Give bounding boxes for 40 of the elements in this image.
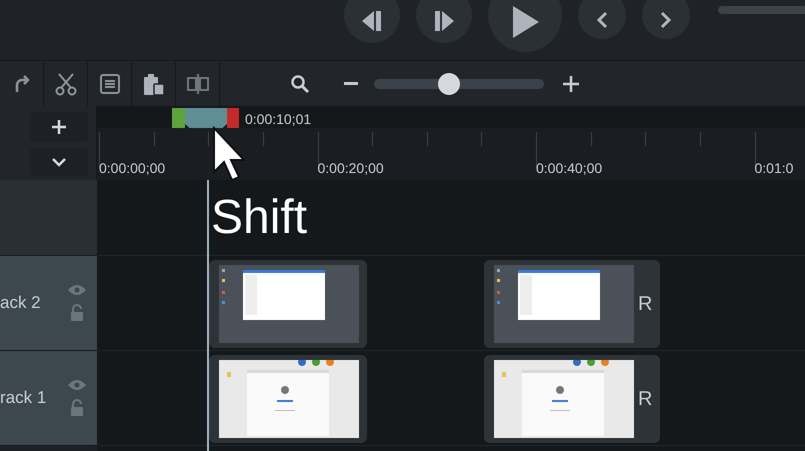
previous-frame-button[interactable]	[344, 0, 400, 43]
selection-end-handle[interactable]	[227, 108, 239, 128]
chevron-left-icon	[596, 11, 608, 29]
step-back-icon	[360, 11, 384, 31]
media-clip[interactable]	[209, 260, 367, 348]
next-frame-button[interactable]	[416, 0, 472, 43]
next-button[interactable]	[642, 0, 690, 39]
chevron-right-icon	[660, 11, 672, 29]
previous-button[interactable]	[578, 0, 626, 39]
volume-slider[interactable]	[718, 6, 805, 14]
zoom-in-button[interactable]	[562, 74, 580, 92]
ruler-label: 0:00:20;00	[318, 159, 384, 178]
add-track-button[interactable]	[30, 112, 88, 142]
playhead-time: 0:00:10;01	[245, 110, 312, 129]
plus-icon	[51, 119, 67, 135]
chevron-down-icon	[51, 157, 67, 167]
media-clip[interactable]: R	[484, 260, 660, 348]
clip-label: R	[638, 292, 652, 317]
ruler-label: 0:00:00;00	[99, 159, 166, 178]
selection-start-handle[interactable]	[172, 108, 185, 128]
expand-button[interactable]	[30, 148, 88, 176]
clip-label: R	[638, 387, 652, 412]
play-icon	[511, 6, 539, 38]
split-icon	[186, 72, 210, 94]
ruler-label: 0:01:0	[754, 159, 794, 178]
clipboard-icon	[142, 72, 164, 96]
document-icon	[98, 72, 120, 94]
play-button[interactable]	[488, 0, 562, 52]
minus-icon	[344, 82, 358, 85]
scissors-icon	[54, 72, 76, 96]
caption-text: Shift	[211, 194, 308, 242]
plus-icon	[562, 74, 580, 92]
media-clip[interactable]	[209, 355, 367, 443]
ruler-label: 0:00:40;00	[536, 159, 602, 178]
search-icon	[290, 74, 310, 94]
media-clip[interactable]: R	[484, 355, 660, 443]
track-name: ack 2	[0, 292, 41, 314]
step-forward-icon	[432, 11, 456, 31]
track-name: rack 1	[0, 387, 46, 410]
slider-thumb[interactable]	[438, 72, 460, 94]
